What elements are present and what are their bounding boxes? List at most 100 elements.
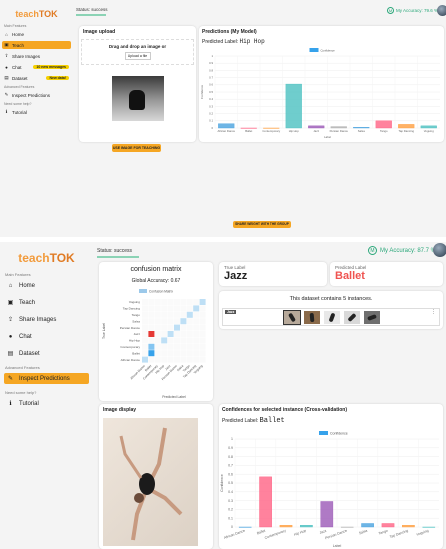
matrix-cell[interactable]	[167, 331, 174, 337]
drop-zone[interactable]: Drag and drop an image or Upload a file	[81, 39, 194, 65]
x-tick-label: Tap Dancing	[389, 529, 409, 539]
matrix-cell-empty	[174, 350, 180, 357]
nav-advanced: ✎ Inspect Predictions	[0, 91, 73, 99]
nav-item-dataset[interactable]: ▤ Dataset New data!	[2, 74, 71, 82]
y-tick-label: 0	[211, 126, 213, 130]
x-tick-label: Salsa	[358, 529, 368, 536]
nav-item-inspect-predictions[interactable]: ✎ Inspect Predictions	[4, 373, 89, 384]
dancer-silhouette	[347, 312, 357, 323]
y-tick-label: 0.1	[209, 119, 213, 123]
x-tick-label: Contemporary	[262, 129, 280, 133]
matrix-cell-empty	[186, 343, 193, 350]
nav-item-home[interactable]: ⌂ Home	[4, 280, 89, 291]
y-tick-label: 0.7	[209, 76, 213, 80]
matrix-cell[interactable]	[148, 343, 155, 350]
true-label-value: Jazz	[224, 270, 248, 282]
bar-tap-dancing	[402, 525, 415, 528]
instance-thumbnail[interactable]	[304, 311, 320, 324]
matrix-cell[interactable]	[142, 356, 148, 363]
use-image-button[interactable]: USE IMAGE FOR TEACHING	[112, 144, 161, 152]
matrix-cell-empty	[154, 343, 161, 350]
instance-thumbnail[interactable]	[344, 311, 360, 324]
logo: teachTOK	[15, 9, 58, 19]
nav-item-label: Chat	[19, 333, 32, 340]
matrix-cell-empty	[154, 311, 161, 318]
nav-item-chat[interactable]: ● Chat	[4, 331, 89, 342]
predicted-prefix: Predicted Label:	[222, 418, 259, 424]
card-title: Predictions (My Model)	[202, 29, 257, 35]
y-tick-label: 0	[231, 525, 233, 529]
matrix-cell-empty	[180, 311, 187, 318]
x-tick-label: Jazz	[319, 529, 327, 535]
nav-item-share-images[interactable]: ⇪ Share Images	[4, 314, 89, 325]
nav-item-home[interactable]: ⌂ Home	[2, 30, 71, 38]
nav-item-chat[interactable]: ● Chat 10 new messages	[2, 63, 71, 71]
global-accuracy: Global Accuracy: 0.67	[131, 278, 181, 284]
nav-item-tutorial[interactable]: ℹ Tutorial	[2, 108, 71, 116]
instance-thumbnail[interactable]	[324, 311, 340, 324]
matrix-cell-empty	[148, 305, 155, 312]
share-weight-button[interactable]: SHARE WEIGHT WITH THE GROUP	[233, 221, 291, 228]
matrix-cell[interactable]	[148, 331, 155, 337]
image-upload-card: Image upload Drag and drop an image or U…	[79, 26, 196, 142]
instances-card: This dataset contains 5 instances. Jazz …	[219, 291, 443, 329]
y-tick-label: Voguing	[129, 300, 140, 304]
matrix-cell-empty	[199, 318, 206, 325]
matrix-cell[interactable]	[199, 299, 206, 305]
avatar[interactable]	[433, 243, 446, 257]
image-display-card: Image display	[99, 404, 213, 549]
section-label-advanced: Advanced Features	[4, 85, 35, 89]
nav-main: ⌂ Home ▣ Teach ⇪ Share Images ● Chat 10 new mess…	[0, 30, 73, 82]
matrix-cell-empty	[199, 356, 206, 363]
status-text: Status: success	[97, 248, 133, 254]
nav-item-teach[interactable]: ▣ Teach	[4, 297, 89, 308]
matrix-cell-empty	[167, 305, 174, 312]
drop-text: Drag and drop an image or	[108, 44, 167, 49]
y-tick-label: Salsa	[132, 319, 140, 323]
nav-help: ℹ Tutorial	[0, 398, 93, 409]
instance-thumbnail[interactable]	[283, 310, 301, 325]
bar-voguing	[420, 125, 437, 129]
upload-file-button[interactable]: Upload a file	[124, 52, 151, 60]
instance-thumbnail[interactable]	[364, 311, 380, 324]
notification-badge: 10 new messages	[33, 65, 69, 69]
matrix-cell[interactable]	[193, 305, 200, 312]
matrix-cell[interactable]	[161, 337, 168, 344]
matrix-cell[interactable]	[186, 311, 193, 318]
y-tick-label: 0.6	[209, 83, 213, 87]
matrix-cell-empty	[180, 299, 187, 305]
matrix-cell-empty	[167, 318, 174, 325]
x-tick-label: Voguing	[424, 129, 435, 133]
more-menu-icon[interactable]: ⋮	[431, 309, 436, 315]
matrix-cell-empty	[148, 337, 155, 344]
matrix-cell-empty	[174, 305, 180, 312]
avatar[interactable]	[437, 5, 446, 16]
nav-item-teach[interactable]: ▣ Teach	[2, 41, 71, 49]
matrix-cell-empty	[148, 356, 155, 363]
matrix-cell-empty	[180, 350, 187, 357]
accuracy-text: My Accuracy: 79.6 %	[396, 8, 439, 13]
x-tick-label: Tap Dancing	[398, 129, 414, 133]
nav-item-tutorial[interactable]: ℹ Tutorial	[4, 398, 89, 409]
status-bar	[97, 256, 139, 258]
bar-tango	[381, 523, 395, 528]
matrix-cell-empty	[186, 318, 193, 325]
y-tick-label: Hip Hop	[129, 339, 140, 343]
confidences-card: Confidences for selected instance (Cross…	[219, 404, 443, 549]
y-axis-label: Confidence	[200, 84, 204, 99]
y-tick-label: Jazz	[134, 332, 141, 336]
nav-item-dataset[interactable]: ▤ Dataset	[4, 348, 89, 359]
matrix-cell-empty	[199, 343, 206, 350]
matrix-cell-empty	[142, 337, 148, 344]
nav-item-inspect-predictions[interactable]: ✎ Inspect Predictions	[2, 91, 71, 99]
matrix-cell[interactable]	[174, 324, 180, 331]
matrix-cell-empty	[142, 350, 148, 357]
y-tick-label: Contemporary	[120, 345, 140, 349]
x-tick-label: Contemporary	[264, 529, 286, 540]
matrix-cell[interactable]	[148, 350, 155, 357]
matrix-cell[interactable]	[180, 318, 187, 325]
nav-item-share-images[interactable]: ⇪ Share Images	[2, 52, 71, 60]
teach-icon: ▣	[4, 42, 9, 47]
matrix-cell-empty	[142, 311, 148, 318]
nav-item-label: Home	[12, 31, 25, 37]
